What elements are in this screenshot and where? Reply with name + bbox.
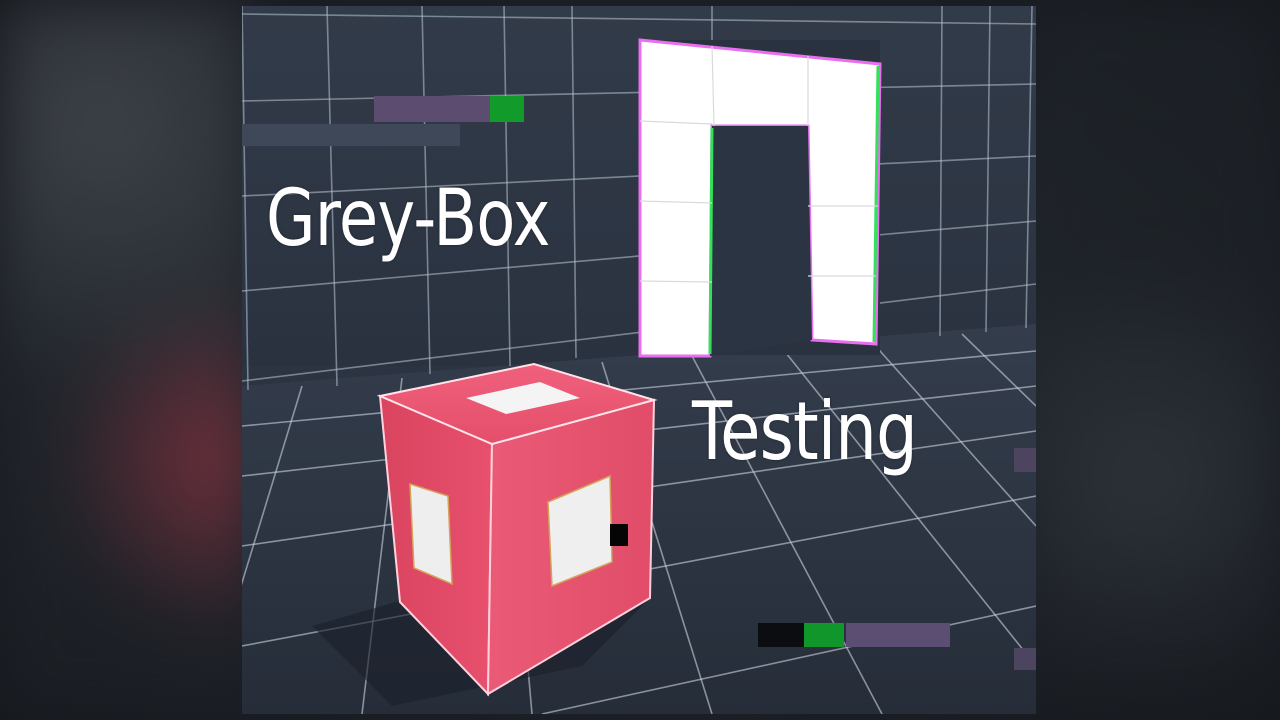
caption-grey-box: Grey-Box <box>266 174 550 264</box>
caption-testing: Testing <box>692 385 918 478</box>
glitch-bar-bottom-black <box>758 623 804 647</box>
cube-black-square <box>610 524 628 546</box>
glitch-bar-top-purple <box>374 96 492 122</box>
scene-art <box>242 6 1036 714</box>
glitch-bar-top-green <box>490 96 524 122</box>
doorway-arch <box>638 38 882 358</box>
glitch-bar-bottom-purple <box>846 623 950 647</box>
glitch-bar-right-1 <box>1014 448 1036 472</box>
game-viewport <box>242 6 1036 714</box>
blurred-left-backdrop <box>0 0 250 720</box>
glitch-bar-right-2 <box>1014 648 1036 670</box>
glitch-bar-bottom-green <box>804 623 844 647</box>
cube-left-window <box>409 482 453 586</box>
screen: Grey-Box Testing <box>0 0 1280 720</box>
glitch-bar-top-slate <box>242 124 460 146</box>
blurred-right-backdrop <box>1030 0 1280 720</box>
